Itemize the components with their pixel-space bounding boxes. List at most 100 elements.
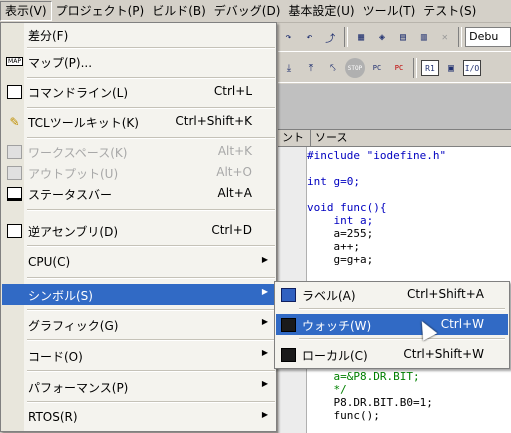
submenu-item-local[interactable]: ローカル(C) Ctrl+Shift+W: [276, 344, 508, 365]
column-source[interactable]: ソース: [311, 130, 511, 146]
menu-debug[interactable]: デバッグ(D): [210, 1, 285, 21]
menu-separator: [299, 338, 505, 340]
menu-item-diff[interactable]: 差分(F): [2, 24, 276, 45]
set-pc-icon[interactable]: PC: [367, 58, 387, 78]
menu-item-symbol[interactable]: シンボル(S) ▶: [2, 284, 276, 305]
code-line[interactable]: #include "iodefine.h": [307, 149, 511, 162]
menu-item-shortcut: Alt+A: [217, 186, 252, 200]
trace-icon[interactable]: ▥: [414, 27, 433, 47]
menu-item-disassembly[interactable]: 逆アセンブリ(D) Ctrl+D: [2, 220, 276, 241]
menu-item-label: コマンドライン(L): [28, 86, 129, 100]
menu-separator: [27, 339, 275, 341]
menu-separator: [27, 277, 275, 279]
code-line[interactable]: P8.DR.BIT.B0=1;: [307, 396, 511, 409]
debug-config-combo[interactable]: Debu: [465, 27, 511, 47]
menu-project[interactable]: プロジェクト(P): [52, 1, 149, 21]
menu-item-label: TCLツールキット(K): [28, 116, 139, 130]
code-line[interactable]: void func(){: [307, 201, 511, 214]
menu-separator: [299, 308, 505, 310]
code-line[interactable]: a=255;: [307, 227, 511, 240]
stop-icon[interactable]: STOP: [345, 58, 365, 78]
menu-separator: [27, 47, 275, 49]
menu-test[interactable]: テスト(S): [419, 1, 480, 21]
menu-item-performance[interactable]: パフォーマンス(P) ▶: [2, 376, 276, 397]
memory-icon[interactable]: ▦: [352, 27, 371, 47]
menu-tools[interactable]: ツール(T): [359, 1, 420, 21]
menu-item-label: ステータスバー: [28, 188, 113, 202]
menu-view[interactable]: 表示(V): [0, 1, 52, 21]
workspace-background: [278, 84, 511, 129]
tcl-toolkit-icon: ✎: [9, 114, 20, 129]
menu-item-workspace[interactable]: ワークスペース(K) Alt+K: [2, 141, 276, 162]
output-icon: [7, 165, 22, 180]
submenu-arrow-icon: ▶: [261, 348, 268, 357]
menu-item-output[interactable]: アウトプット(U) Alt+O: [2, 162, 276, 183]
toolbar-separator: [413, 58, 417, 78]
menu-bar: 表示(V) プロジェクト(P) ビルド(B) デバッグ(D) 基本設定(U) ツ…: [0, 0, 511, 23]
menu-separator: [27, 137, 275, 139]
step-return-icon[interactable]: ⤣: [323, 58, 343, 78]
menu-item-shortcut: Ctrl+Shift+K: [175, 114, 252, 128]
menu-item-graphic[interactable]: グラフィック(G) ▶: [2, 314, 276, 335]
menu-item-shortcut: Ctrl+Shift+W: [403, 347, 484, 361]
register-icon[interactable]: ◈: [373, 27, 392, 47]
submenu-item-watch[interactable]: ウォッチ(W) Ctrl+W: [276, 314, 508, 335]
menu-separator: [27, 309, 275, 311]
step-in-icon[interactable]: ↷: [279, 27, 298, 47]
menu-setup[interactable]: 基本設定(U): [284, 1, 358, 21]
reset-icon[interactable]: ✕: [435, 27, 454, 47]
menu-item-cpu[interactable]: CPU(C) ▶: [2, 252, 276, 273]
code-line[interactable]: func();: [307, 409, 511, 422]
command-line-icon: [7, 84, 22, 99]
menu-item-status-bar[interactable]: ステータスバー Alt+A: [2, 183, 276, 204]
submenu-arrow-icon: ▶: [261, 255, 268, 264]
editor-column-header: ント ソース: [278, 130, 511, 147]
code-line[interactable]: a=&P8.DR.BIT;: [307, 370, 511, 383]
menu-build[interactable]: ビルド(B): [148, 1, 210, 21]
menu-item-shortcut: Alt+K: [217, 144, 252, 158]
view-icon[interactable]: ▣: [441, 58, 461, 78]
menu-item-shortcut: Ctrl+D: [211, 223, 252, 237]
code-line[interactable]: int g=0;: [307, 175, 511, 188]
menu-item-tcl-toolkit[interactable]: ✎ TCLツールキット(K) Ctrl+Shift+K: [2, 111, 276, 132]
view-menu-dropdown: 差分(F) MAP マップ(P)... コマンドライン(L) Ctrl+L ✎ …: [0, 22, 277, 432]
menu-separator: [27, 401, 275, 403]
run-to-pc-icon[interactable]: PC: [389, 58, 409, 78]
column-comment[interactable]: ント: [278, 130, 311, 146]
menu-item-label: グラフィック(G): [28, 319, 119, 333]
submenu-arrow-icon: ▶: [261, 379, 268, 388]
menu-separator: [27, 209, 275, 211]
submenu-arrow-icon: ▶: [261, 287, 268, 296]
code-line[interactable]: int a;: [307, 214, 511, 227]
menu-item-label: コード(O): [28, 350, 83, 364]
menu-item-label: ラベル(A): [302, 289, 356, 303]
menu-item-shortcut: Ctrl+L: [213, 84, 252, 98]
step-over-icon[interactable]: ↶: [300, 27, 319, 47]
r1-icon[interactable]: R1: [421, 60, 439, 76]
menu-item-code[interactable]: コード(O) ▶: [2, 345, 276, 366]
code-line[interactable]: [307, 188, 511, 201]
menu-item-shortcut: Alt+O: [216, 165, 252, 179]
menu-item-label: マップ(P)...: [28, 56, 93, 70]
toolbar-top: ↷ ↶ ⤴ ▦ ◈ ▤ ▥ ✕ Debu: [278, 23, 511, 52]
run-icon[interactable]: ⤓: [279, 58, 299, 78]
workspace-icon: [7, 144, 22, 159]
code-line[interactable]: [307, 162, 511, 175]
toolbar-separator: [458, 27, 463, 47]
menu-item-rtos[interactable]: RTOS(R) ▶: [2, 407, 276, 428]
io-icon[interactable]: I/O: [463, 60, 481, 76]
menu-item-map[interactable]: MAP マップ(P)...: [2, 51, 276, 72]
code-line[interactable]: a++;: [307, 240, 511, 253]
step-icon[interactable]: ⤒: [301, 58, 321, 78]
menu-item-label: ローカル(C): [302, 349, 368, 363]
watch-toolbar-icon[interactable]: ▤: [394, 27, 413, 47]
menu-item-command-line[interactable]: コマンドライン(L) Ctrl+L: [2, 81, 276, 102]
code-line[interactable]: [307, 266, 511, 279]
step-out-icon[interactable]: ⤴: [321, 27, 340, 47]
disassembly-icon: [7, 223, 22, 238]
code-line[interactable]: */: [307, 383, 511, 396]
code-line[interactable]: g=g+a;: [307, 253, 511, 266]
menu-item-label: パフォーマンス(P): [28, 381, 129, 395]
menu-item-label: 逆アセンブリ(D): [28, 225, 119, 239]
submenu-item-label[interactable]: ラベル(A) Ctrl+Shift+A: [276, 284, 508, 305]
